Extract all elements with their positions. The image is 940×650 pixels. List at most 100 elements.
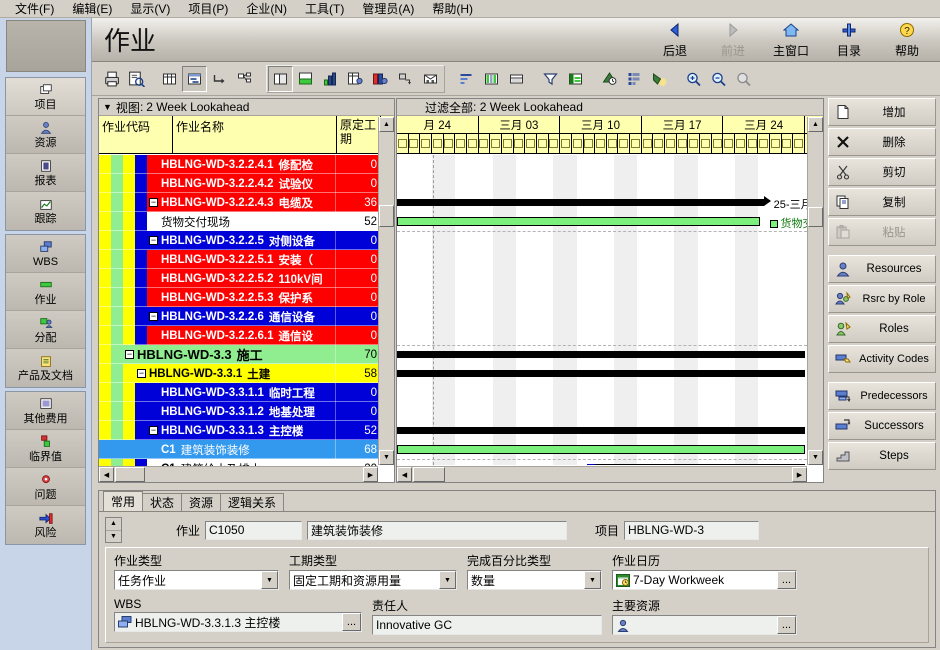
row-content[interactable]: HBLNG-WD-3.2.2.5.1 安装（ 0: [147, 250, 379, 269]
gantt-bar-actual[interactable]: [586, 464, 595, 465]
复制-button[interactable]: 复制: [828, 188, 936, 216]
pct-complete-type-select[interactable]: 数量 ▼: [467, 570, 602, 590]
row-content[interactable]: HBLNG-WD-3.2.2.4.2 试验仪 0: [147, 174, 379, 193]
menu-edit[interactable]: 编辑(E): [63, 0, 121, 18]
table-row[interactable]: − HBLNG-WD-3.3 施工 70: [99, 345, 379, 364]
hscroll-thumb[interactable]: [115, 467, 145, 482]
activity-type-select[interactable]: 任务作业 ▼: [114, 570, 279, 590]
table-row[interactable]: − HBLNG-WD-3.2.2.4.3 电缆及 36: [99, 193, 379, 212]
gantt-bar[interactable]: [397, 445, 805, 454]
gantt-bars-area[interactable]: 25-三月-1 货物交付: [397, 155, 807, 465]
menu-help[interactable]: 帮助(H): [423, 0, 482, 18]
table-view-icon[interactable]: [157, 66, 182, 92]
tab-逻辑关系[interactable]: 逻辑关系: [220, 493, 285, 511]
responsible-field[interactable]: Innovative GC: [372, 615, 602, 635]
table-row[interactable]: − HBLNG-WD-3.2.2.6 通信设备 0: [99, 307, 379, 326]
nav-主窗口[interactable]: 主窗口: [762, 20, 820, 60]
scroll-thumb[interactable]: [379, 205, 394, 227]
gantt-bar[interactable]: [397, 427, 805, 434]
table-row[interactable]: HBLNG-WD-3.2.2.4.2 试验仪 0: [99, 174, 379, 193]
table-row[interactable]: − HBLNG-WD-3.3.1.3 主控楼 52: [99, 421, 379, 440]
activity-usage-profile-icon[interactable]: [343, 66, 368, 92]
stepper-down-icon[interactable]: ▼: [106, 531, 121, 543]
primary-resource-browse-button[interactable]: ...: [777, 616, 796, 634]
roles-button[interactable]: Roles: [828, 315, 936, 343]
table-row[interactable]: C1 建筑装饰装修 68: [99, 440, 379, 459]
stepper-up-icon[interactable]: ▲: [106, 518, 121, 531]
nav-目录[interactable]: 目录: [820, 20, 878, 60]
gantt-scroll-thumb[interactable]: [808, 207, 823, 227]
rsrc-by-role-button[interactable]: Rsrc by Role: [828, 285, 936, 313]
剪切-button[interactable]: 剪切: [828, 158, 936, 186]
view-collapse-icon[interactable]: ▼: [103, 102, 112, 112]
primary-resource-field[interactable]: ...: [612, 615, 797, 635]
row-content[interactable]: HBLNG-WD-3.2.2.6.1 通信设 0: [147, 326, 379, 345]
menu-view[interactable]: 显示(V): [121, 0, 179, 18]
collapse-toggle-icon[interactable]: −: [125, 350, 134, 359]
columns-icon[interactable]: [268, 65, 293, 92]
增加-button[interactable]: 增加: [828, 98, 936, 126]
scroll-right-arrow[interactable]: ▶: [363, 467, 378, 482]
duration-type-select[interactable]: 固定工期和资源用量 ▼: [289, 570, 457, 590]
gantt-scroll-left-arrow[interactable]: ◀: [397, 467, 412, 482]
row-content[interactable]: − HBLNG-WD-3.2.2.6 通信设备 0: [147, 307, 379, 326]
trace-logic-small-icon[interactable]: [393, 66, 418, 92]
zoom-out-icon[interactable]: [706, 66, 731, 92]
activity-table-body[interactable]: HBLNG-WD-3.2.2.4.1 修配检 0 HBLNG-WD-3.2.2.4.2…: [99, 155, 379, 468]
resources-button[interactable]: Resources: [828, 255, 936, 283]
row-content[interactable]: 货物交付现场 52: [147, 212, 379, 231]
columns-config-icon[interactable]: [479, 66, 504, 92]
calendar-browse-button[interactable]: ...: [777, 571, 796, 589]
menu-enterprise[interactable]: 企业(N): [237, 0, 296, 18]
activity-id-input[interactable]: C1050: [205, 520, 302, 540]
gantt-scroll-down-arrow[interactable]: ▼: [808, 450, 823, 465]
gantt-chart-icon[interactable]: [182, 65, 207, 92]
gantt-vertical-scrollbar[interactable]: ▲ ▼: [807, 117, 823, 465]
table-row[interactable]: − HBLNG-WD-3.3.1 土建 58: [99, 364, 379, 383]
filter-bar[interactable]: 过滤全部 : 2 Week Lookahead: [397, 99, 823, 116]
table-row[interactable]: HBLNG-WD-3.3.1.2 地基处理 0: [99, 402, 379, 421]
tab-资源[interactable]: 资源: [181, 493, 222, 511]
wbs-field[interactable]: HBLNG-WD-3.3.1.3 主控楼 ...: [114, 612, 362, 632]
row-content[interactable]: HBLNG-WD-3.3.1.1 临时工程 0: [147, 383, 379, 402]
row-content[interactable]: C1 建筑装饰装修 68: [147, 440, 379, 459]
row-content[interactable]: − HBLNG-WD-3.3.1.3 主控楼 52: [147, 421, 379, 440]
scroll-left-arrow[interactable]: ◀: [99, 467, 114, 482]
删除-button[interactable]: 删除: [828, 128, 936, 156]
row-content[interactable]: HBLNG-WD-3.2.2.5.3 保护系 0: [147, 288, 379, 307]
table-row[interactable]: − HBLNG-WD-3.2.2.5 对侧设备 0: [99, 231, 379, 250]
row-content[interactable]: − HBLNG-WD-3.3.1 土建 58: [135, 364, 379, 383]
activity-codes-button[interactable]: Activity Codes: [828, 345, 936, 373]
predecessors-button[interactable]: Predecessors: [828, 382, 936, 410]
collapse-toggle-icon[interactable]: −: [149, 426, 158, 435]
sidebar-item-风险[interactable]: 风险: [6, 506, 85, 544]
col-activity-name[interactable]: 作业名称: [173, 116, 337, 153]
activity-network-icon[interactable]: [207, 66, 232, 92]
bars-icon[interactable]: [563, 66, 588, 92]
wbs-browse-button[interactable]: ...: [342, 613, 361, 631]
resource-usage-spreadsheet-icon[interactable]: [318, 66, 343, 92]
group-and-sort-icon[interactable]: [454, 66, 479, 92]
row-content[interactable]: HBLNG-WD-3.2.2.4.1 修配检 0: [147, 155, 379, 174]
table-row[interactable]: HBLNG-WD-3.2.2.5.3 保护系 0: [99, 288, 379, 307]
table-row[interactable]: HBLNG-WD-3.2.2.4.1 修配检 0: [99, 155, 379, 174]
gantt-bar[interactable]: [397, 217, 760, 226]
collapse-toggle-icon[interactable]: −: [149, 198, 158, 207]
steps-button[interactable]: Steps: [828, 442, 936, 470]
tab-常用[interactable]: 常用: [103, 491, 144, 511]
progress-spotlight-icon[interactable]: [647, 66, 672, 92]
menu-tools[interactable]: 工具(T): [296, 0, 353, 18]
sidebar-item-作业[interactable]: 作业: [6, 273, 85, 311]
sidebar-item-分配[interactable]: 分配: [6, 311, 85, 349]
sidebar-item-WBS[interactable]: WBS: [6, 235, 85, 273]
gantt-horizontal-scrollbar[interactable]: ◀ ▶: [397, 466, 807, 482]
collapse-toggle-icon[interactable]: −: [137, 369, 146, 378]
gantt-hscroll-thumb[interactable]: [413, 467, 445, 482]
sidebar-item-报表[interactable]: 报表: [6, 154, 85, 192]
chevron-down-icon[interactable]: ▼: [261, 571, 278, 589]
zoom-in-icon[interactable]: [681, 66, 706, 92]
table-row[interactable]: 货物交付现场 52: [99, 212, 379, 231]
sidebar-item-跟踪[interactable]: 跟踪: [6, 192, 85, 230]
menu-file[interactable]: 文件(F): [6, 0, 63, 18]
nav-帮助[interactable]: ? 帮助: [878, 20, 936, 60]
